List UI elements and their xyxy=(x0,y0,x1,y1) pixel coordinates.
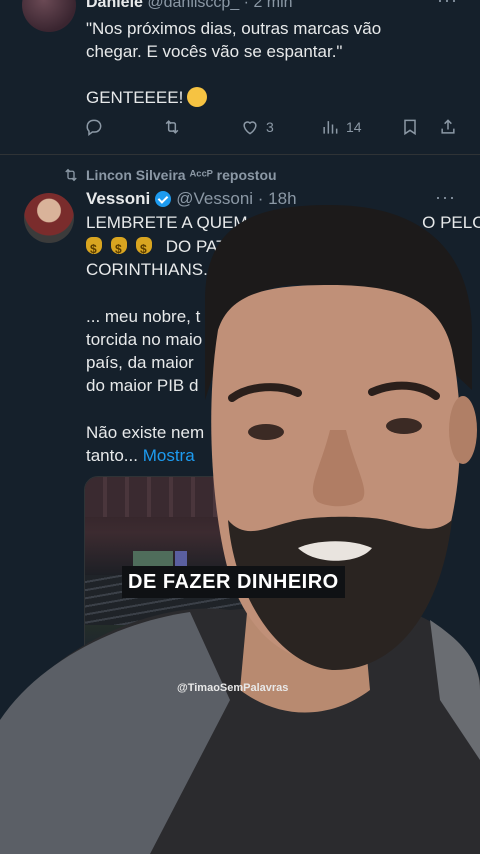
text-segment: DO PATRO xyxy=(165,237,252,256)
watermark: @TimaoSemPalavras xyxy=(177,682,289,694)
views-button[interactable]: 14 xyxy=(320,116,362,138)
tweet-text-line: tanto... Mostra xyxy=(86,444,195,467)
bookmark-button[interactable] xyxy=(400,116,420,138)
author-name[interactable]: Vessoni xyxy=(86,189,150,209)
show-more-link[interactable]: Mostra xyxy=(143,446,195,465)
bookmark-icon xyxy=(404,119,416,136)
author-handle[interactable]: @Vessoni · 18h xyxy=(176,189,296,209)
share-button[interactable] xyxy=(438,116,458,138)
tweet-text-line: Não existe nem xyxy=(86,423,205,442)
stadium-screen xyxy=(133,551,173,567)
divider xyxy=(0,154,480,155)
tweet-text-line: DO PATRO xyxy=(86,235,252,261)
money-bag-icon xyxy=(111,237,127,261)
like-button[interactable]: 3 xyxy=(240,116,274,138)
tweet-text: "Nos próximos dias, outras marcas vão ch… xyxy=(86,19,382,61)
tweet-header: Vessoni @Vessoni · 18h xyxy=(86,189,297,209)
text-segment: tanto... xyxy=(86,446,138,465)
stadium-screen xyxy=(175,551,187,567)
views-count: 14 xyxy=(346,119,362,135)
repost-label: Lincon Silveira ᴬᶜᶜᴾ repostou xyxy=(86,167,277,183)
emoji-icon xyxy=(187,87,208,107)
exclaim-text: GENTEEEE! xyxy=(86,88,184,107)
repost-indicator[interactable]: Lincon Silveira ᴬᶜᶜᴾ repostou xyxy=(62,166,277,184)
money-bag-icon xyxy=(136,237,152,261)
tweet-text-line: LEMBRETE A QUEM ESTÁ O PELO xyxy=(86,211,480,234)
tweet-text-line: ... meu nobre, t xyxy=(86,307,201,326)
views-chart-icon xyxy=(323,121,338,134)
money-bag-icon xyxy=(86,237,102,261)
retweet-button[interactable] xyxy=(162,116,182,138)
tweet-text-line: torcida no maio xyxy=(86,330,203,349)
like-count: 3 xyxy=(266,119,274,135)
more-options-icon[interactable]: ··· xyxy=(435,187,456,208)
retweet-icon xyxy=(65,168,77,182)
heart-icon xyxy=(243,121,257,135)
reply-icon xyxy=(86,119,102,136)
tweet-text-line: do maior PIB d xyxy=(86,376,199,395)
text-segment: O PELO xyxy=(422,213,480,232)
reply-button[interactable] xyxy=(84,116,104,138)
tweet-header: Daniele @danilsccp_ · 2 min xyxy=(86,0,293,12)
tweet-text-line: país, da maior xyxy=(86,353,194,372)
more-options-icon[interactable]: ··· xyxy=(437,0,458,11)
tweet-text-exclaim: GENTEEEE! xyxy=(86,87,208,108)
author-handle[interactable]: @danilsccp_ · 2 min xyxy=(147,0,292,11)
avatar[interactable] xyxy=(22,0,76,32)
stadium-roof xyxy=(85,477,281,517)
tweet-text-line: CORINTHIANS... xyxy=(86,260,218,279)
avatar[interactable] xyxy=(24,193,74,243)
tweet-actions: 3 14 xyxy=(84,116,464,138)
verified-badge-icon xyxy=(155,191,172,207)
text-segment: LEMBRETE A QUEM ESTÁ xyxy=(86,213,297,232)
tweet-daniele[interactable]: Daniele @danilsccp_ · 2 min ··· "Nos pró… xyxy=(0,0,480,150)
twitter-feed: Daniele @danilsccp_ · 2 min ··· "Nos pró… xyxy=(0,0,480,854)
retweet-icon xyxy=(165,120,179,134)
share-icon xyxy=(441,119,455,134)
author-name[interactable]: Daniele xyxy=(86,0,143,11)
video-caption: DE FAZER DINHEIRO xyxy=(122,566,345,598)
